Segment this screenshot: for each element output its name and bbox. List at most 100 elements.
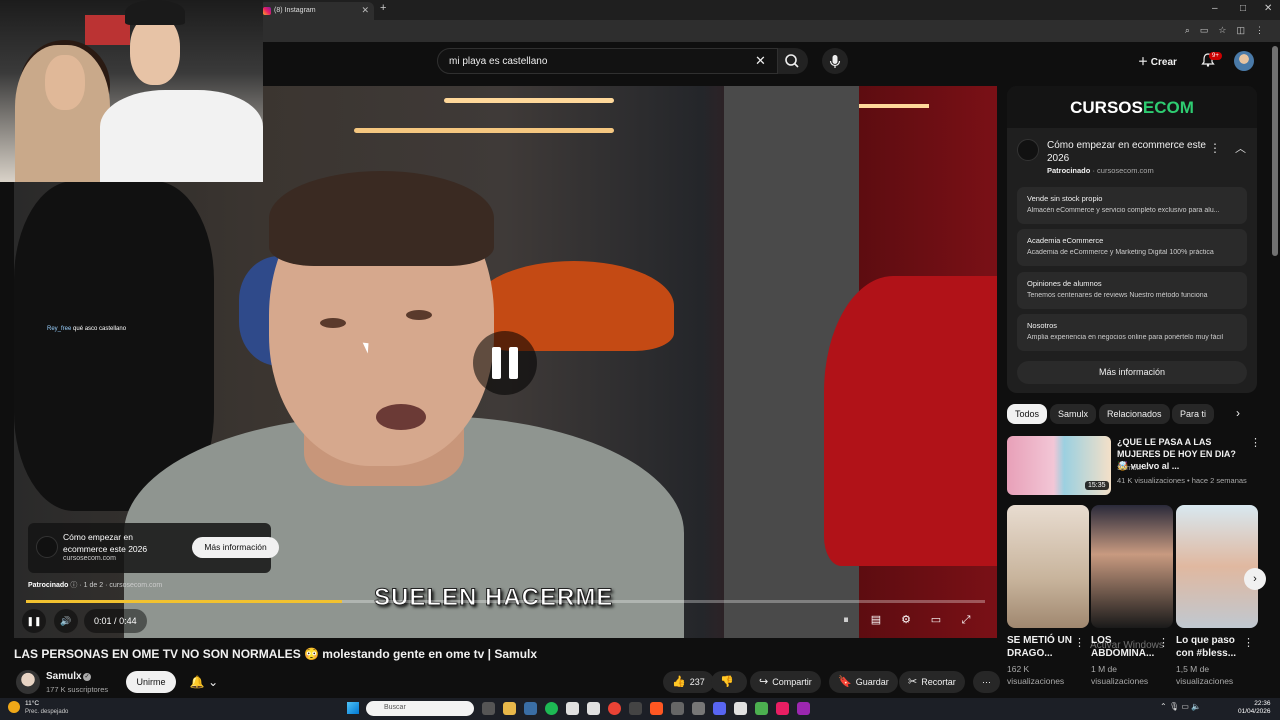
chip-samulx[interactable]: Samulx (1050, 404, 1097, 424)
chip-for-you[interactable]: Para ti (1172, 404, 1215, 424)
save-button[interactable]: 🔖 Guardar (829, 671, 898, 693)
progress-bar[interactable] (26, 600, 985, 603)
short-thumbnail[interactable] (1176, 505, 1258, 628)
system-clock[interactable]: 22:36 01/04/2026 (1238, 700, 1271, 716)
in-video-ad-card[interactable]: Cómo empezar en ecommerce este 2026 curs… (28, 523, 279, 573)
presenter-eye (320, 318, 346, 328)
app-icon[interactable] (734, 702, 747, 715)
close-window-button[interactable]: ✕ (1264, 3, 1272, 14)
sitelink-2[interactable]: Academia eCommerce Academia de eCommerce… (1017, 229, 1247, 266)
kebab-menu-icon[interactable]: ⋮ (1209, 141, 1221, 155)
account-avatar[interactable] (1234, 51, 1254, 71)
play-pause-button[interactable]: ❚❚ (22, 609, 46, 633)
fullscreen-icon[interactable]: ⤢ (957, 611, 975, 629)
network-icon[interactable]: ▭ (1181, 702, 1189, 711)
kebab-menu-icon[interactable]: ⋮ (1250, 436, 1261, 449)
chevron-right-icon[interactable]: › (1244, 568, 1266, 590)
app-icon[interactable] (524, 702, 537, 715)
ad-more-info-button[interactable]: Más información (192, 537, 279, 558)
app-icon[interactable] (755, 702, 768, 715)
info-icon[interactable]: ⓘ · (70, 582, 83, 589)
cast-icon[interactable]: ▭ (1200, 25, 1209, 36)
page-scrollbar[interactable] (1272, 46, 1278, 256)
volume-icon[interactable]: 🔈 (1191, 702, 1201, 711)
video-title: LAS PERSONAS EN OME TV NO SON NORMALES 😳… (14, 647, 538, 661)
sidebar-ad-title[interactable]: Cómo empezar en ecommerce este 2026 (1047, 139, 1207, 165)
sitelink-1[interactable]: Vende sin stock propio Almacén eCommerce… (1017, 187, 1247, 224)
search-button[interactable] (778, 48, 808, 74)
clip-button[interactable]: ✂ Recortar (899, 671, 965, 693)
kebab-menu-icon[interactable]: ⋮ (1074, 636, 1085, 649)
browser-tab[interactable]: (8) Instagram ✕ (258, 2, 374, 20)
clear-search-icon[interactable]: ✕ (755, 53, 766, 69)
menu-icon[interactable]: ⋮ (1255, 25, 1264, 36)
dislike-button[interactable]: 👎 (711, 671, 747, 693)
extensions-icon[interactable]: ◫ (1236, 25, 1245, 36)
weather-sun-icon[interactable] (8, 701, 20, 713)
chip-all[interactable]: Todos (1007, 404, 1048, 424)
autoplay-toggle-icon[interactable]: ⏸ (837, 611, 855, 629)
presenter-mouth (376, 404, 426, 430)
short-thumbnail[interactable] (1007, 505, 1089, 628)
ad-sponsored-line: Patrocinado ⓘ · 1 de 2 · cursosecom.com (28, 580, 162, 590)
chevron-right-icon[interactable]: › (1236, 406, 1240, 420)
bookmark-star-icon[interactable]: ☆ (1218, 25, 1226, 36)
voice-search-button[interactable] (822, 48, 848, 74)
discord-icon[interactable] (713, 702, 726, 715)
spotify-icon[interactable] (545, 702, 558, 715)
kebab-menu-icon[interactable]: ⋮ (1243, 636, 1254, 649)
mic-tray-icon[interactable]: 🎙 (1169, 702, 1179, 711)
subtitles-icon[interactable]: ▤ (867, 611, 885, 629)
sidebar-ad-domain: cursosecom.com (1097, 166, 1154, 175)
instagram-icon (263, 7, 271, 15)
short-title[interactable]: SE METIÓ UN DRAGO... (1007, 634, 1073, 660)
channel-name[interactable]: Samulx (46, 671, 82, 682)
sponsored-label: Patrocinado (28, 582, 69, 589)
sitelink-4[interactable]: Nosotros Amplia experiencia en negocios … (1017, 314, 1247, 351)
taskbar-search[interactable]: Buscar (366, 701, 474, 716)
create-button[interactable]: ＋ Crear (1138, 53, 1177, 68)
app-icon[interactable] (650, 702, 663, 715)
join-button[interactable]: Unirme (126, 671, 176, 693)
verified-badge-icon: ✓ (1144, 463, 1151, 472)
zoom-icon[interactable]: ⌕ (1185, 25, 1190, 36)
chrome-icon[interactable] (608, 702, 621, 715)
center-pause-button[interactable] (473, 331, 537, 395)
app-icon[interactable] (671, 702, 684, 715)
new-tab-button[interactable]: + (380, 2, 386, 14)
short-thumbnail[interactable] (1091, 505, 1173, 628)
chip-related[interactable]: Relacionados (1099, 404, 1170, 424)
theater-mode-icon[interactable]: ▭ (927, 611, 945, 629)
settings-gear-icon[interactable]: ⚙ (897, 611, 915, 629)
sitelink-desc: Tenemos centenares de reviews Nuestro mé… (1027, 292, 1208, 299)
like-button[interactable]: 👍 237 (663, 671, 714, 693)
document-icon[interactable] (587, 702, 600, 715)
bookmark-icon: 🔖 (838, 676, 852, 688)
pause-icon (509, 347, 518, 379)
tray-up-icon[interactable]: ⌃ (1160, 702, 1167, 711)
app-icon[interactable] (797, 702, 810, 715)
advertiser-logo (36, 536, 58, 558)
search-input[interactable]: mi playa es castellano (437, 48, 778, 74)
share-button[interactable]: ↪ Compartir (750, 671, 821, 693)
app-icon[interactable] (629, 702, 642, 715)
sitelink-3[interactable]: Opiniones de alumnos Tenemos centenares … (1017, 272, 1247, 309)
sidebar-more-info-button[interactable]: Más información (1017, 361, 1247, 384)
more-actions-button[interactable]: ⋯ (973, 671, 1000, 693)
subscription-bell-button[interactable]: 🔔 ⌄ (184, 671, 224, 693)
maximize-button[interactable]: □ (1240, 3, 1246, 14)
windows-start-icon[interactable] (347, 702, 359, 714)
minimize-button[interactable]: – (1212, 3, 1218, 14)
short-title[interactable]: Lo que paso con #bless... (1176, 634, 1242, 660)
tab-close-icon[interactable]: ✕ (361, 5, 369, 16)
task-view-icon[interactable] (482, 702, 495, 715)
volume-button[interactable]: 🔊 (54, 609, 78, 633)
app-icon[interactable] (776, 702, 789, 715)
channel-avatar[interactable] (16, 670, 40, 694)
clock-date: 01/04/2026 (1238, 708, 1271, 715)
document-icon[interactable] (566, 702, 579, 715)
chevron-up-icon[interactable]: ︿ (1235, 140, 1246, 156)
app-icon[interactable] (692, 702, 705, 715)
sidebar-ad[interactable]: CURSOSECOM Cómo empezar en ecommerce est… (1007, 86, 1257, 393)
file-explorer-icon[interactable] (503, 702, 516, 715)
